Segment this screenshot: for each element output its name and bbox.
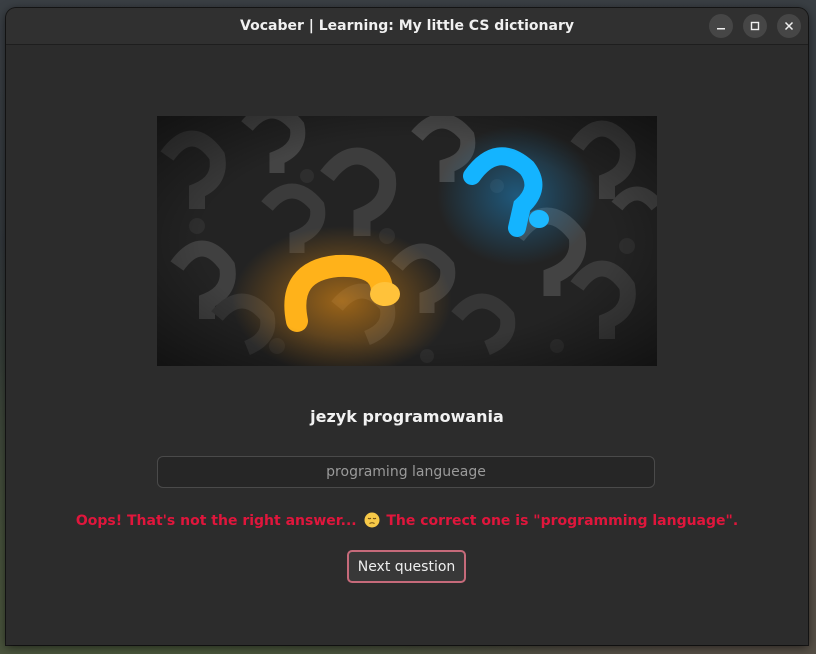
minimize-icon	[717, 28, 725, 30]
answer-input[interactable]	[157, 456, 655, 488]
feedback-message: Oops! That's not the right answer... The…	[6, 512, 808, 529]
question-marks-illustration	[157, 116, 657, 366]
maximize-icon	[750, 21, 760, 31]
minimize-button[interactable]	[709, 14, 733, 38]
next-question-button[interactable]: Next question	[347, 550, 466, 583]
close-icon	[784, 21, 794, 31]
main-content: jezyk programowania Oops! That's not the…	[6, 45, 808, 645]
app-window: Vocaber | Learning: My little CS diction…	[6, 8, 808, 645]
title-bar[interactable]: Vocaber | Learning: My little CS diction…	[6, 8, 808, 45]
pensive-face-icon	[364, 512, 379, 528]
close-button[interactable]	[777, 14, 801, 38]
maximize-button[interactable]	[743, 14, 767, 38]
window-controls	[709, 14, 801, 38]
question-prompt: jezyk programowania	[310, 407, 504, 426]
window-title: Vocaber | Learning: My little CS diction…	[240, 18, 574, 34]
feedback-text: Oops! That's not the right answer...	[75, 513, 357, 529]
feedback-correct-text: The correct one is "programming language…	[386, 513, 739, 529]
